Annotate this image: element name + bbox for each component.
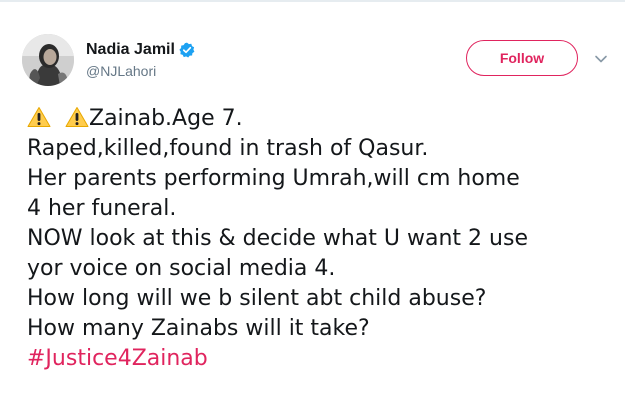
- tweet-line: Her parents performing Umrah,will cm hom…: [27, 166, 520, 191]
- tweet-line: NOW look at this & decide what U want 2 …: [27, 226, 528, 251]
- follow-button[interactable]: Follow: [466, 40, 578, 76]
- tweet-line: 4 her funeral.: [27, 196, 177, 221]
- author-block: Nadia Jamil @NJLahori: [86, 40, 195, 78]
- verified-badge-icon: [179, 42, 195, 58]
- tweet-line: How long will we b silent abt child abus…: [27, 286, 487, 311]
- warning-icon: [27, 106, 51, 128]
- hashtag-link[interactable]: #Justice4Zainab: [27, 346, 208, 371]
- tweet-text: Zainab.Age 7. Raped,killed,found in tras…: [27, 104, 619, 374]
- profile-photo: [22, 34, 74, 86]
- tweet-line: #Justice4Zainab: [27, 344, 619, 374]
- tweet-card: Nadia Jamil @NJLahori Follow Zainab.Age …: [0, 0, 625, 410]
- user-handle[interactable]: @NJLahori: [86, 64, 195, 78]
- tweet-line: yor voice on social media 4.: [27, 256, 336, 281]
- divider: [0, 0, 625, 2]
- tweet-line: Raped,killed,found in trash of Qasur.: [27, 136, 429, 161]
- tweet-line-text: Zainab.Age 7.: [89, 106, 243, 131]
- warning-icon: [65, 106, 89, 128]
- tweet-line: Zainab.Age 7.: [27, 104, 619, 134]
- display-name[interactable]: Nadia Jamil: [86, 42, 175, 58]
- tweet-line: How many Zainabs will it take?: [27, 316, 370, 341]
- chevron-down-icon[interactable]: [593, 52, 609, 64]
- avatar[interactable]: [22, 34, 74, 86]
